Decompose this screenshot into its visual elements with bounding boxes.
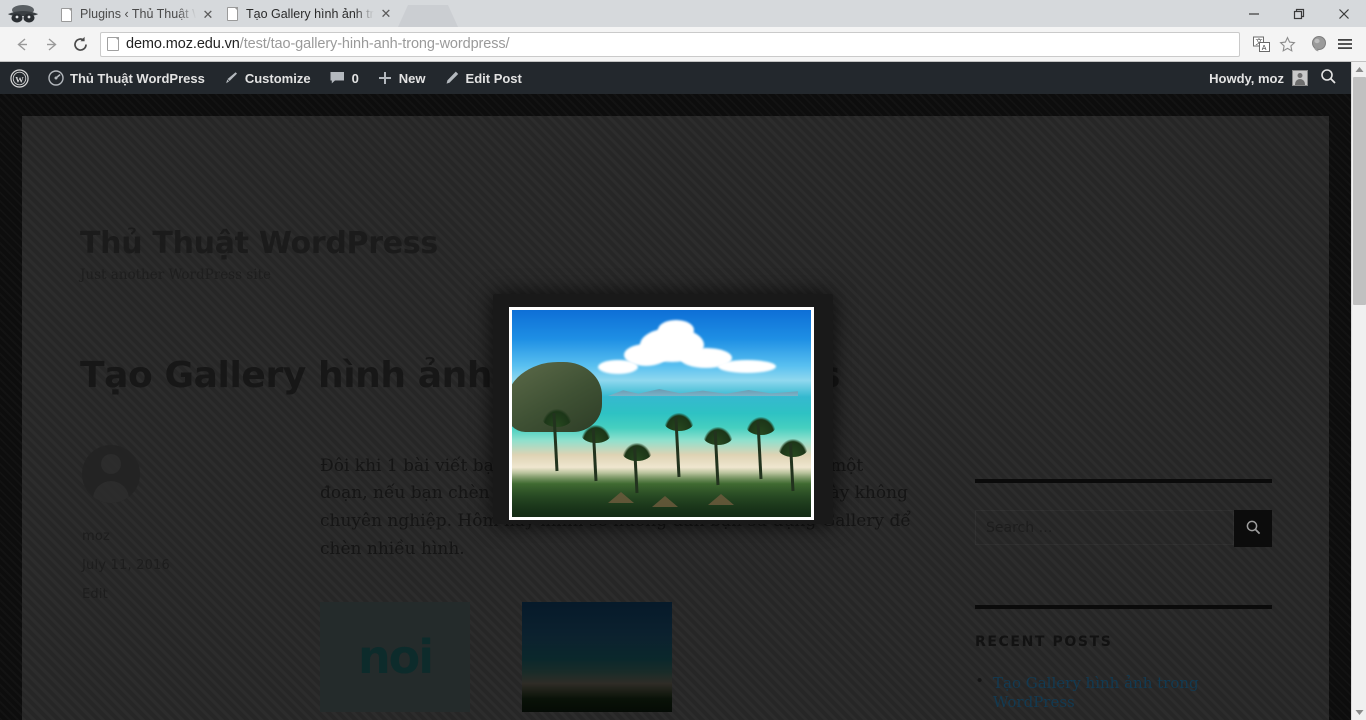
page-info-icon[interactable] [107,37,119,51]
forward-button[interactable] [37,30,66,59]
page-icon [60,7,73,22]
post-edit-link[interactable]: Edit [82,587,320,602]
tab-title: Plugins ‹ Thủ Thuật WordP [80,7,196,21]
comment-bubble-icon [329,70,346,86]
widget-divider [975,605,1272,609]
bookmark-star-icon[interactable] [1274,31,1300,57]
plus-icon [377,70,393,86]
cloud [598,360,638,374]
maximize-button[interactable] [1276,0,1321,27]
adminbar-item-edit-post[interactable]: Edit Post [435,62,531,94]
palm-tree [703,427,733,486]
browser-tab-plugins[interactable]: Plugins ‹ Thủ Thuật WordP ✕ [46,1,222,27]
close-button[interactable] [1321,0,1366,27]
palm-tree [664,413,694,478]
adminbar-edit-post-label: Edit Post [465,70,522,86]
search-submit-button[interactable] [1234,510,1272,547]
palm-tree [542,409,572,472]
list-item: Tạo Gallery hình ảnh trong WordPress [975,672,1275,712]
widget-divider [975,479,1272,483]
scrollbar-thumb[interactable] [1353,77,1366,305]
recent-post-link[interactable]: Tạo Gallery hình ảnh trong WordPress [993,674,1199,711]
back-button[interactable] [8,30,37,59]
adminbar-comments-count: 0 [351,70,359,86]
post-author[interactable]: moz [82,529,320,544]
adminbar-item-customize[interactable]: Customize [214,62,320,94]
lightbox-image [512,310,811,517]
pencil-icon [444,70,460,86]
page-scrollbar[interactable] [1351,62,1366,720]
svg-text:A: A [1261,44,1266,51]
adminbar-right-group: Howdy, moz [1200,62,1351,94]
gallery-logo-text: noi [357,629,434,684]
svg-text:W: W [15,74,24,84]
howdy-label: Howdy, moz [1209,70,1284,86]
reload-button[interactable] [66,30,95,59]
site-title[interactable]: Thủ Thuật WordPress [80,226,1329,261]
search-icon [1245,519,1262,539]
adminbar-search-button[interactable] [1312,62,1351,94]
lightbox-overlay[interactable] [493,294,833,524]
adminbar-item-new[interactable]: New [368,62,435,94]
gallery-thumb-beach[interactable] [522,601,672,712]
cloud [718,360,776,373]
scroll-up-button[interactable] [1352,62,1366,77]
adminbar-item-comments[interactable]: 0 [320,62,368,94]
address-bar[interactable]: demo.moz.edu.vn/test/tao-gallery-hinh-an… [100,31,1240,57]
lightbox-frame [509,307,814,520]
dashboard-icon [48,70,64,86]
entry-meta: moz July 11, 2016 Edit [80,444,320,712]
site-header: Thủ Thuật WordPress Just another WordPre… [22,116,1329,283]
palm-tree [778,439,808,492]
url-path: /test/tao-gallery-hinh-anh-trong-wordpre… [239,36,510,52]
tab-close-icon[interactable]: ✕ [378,6,394,22]
browser-tab-gallery-post[interactable]: Tạo Gallery hình ảnh trong ✕ [212,0,400,27]
url-text: demo.moz.edu.vn/test/tao-gallery-hinh-an… [126,36,510,52]
resort-foreground [512,473,811,517]
browser-toolbar: demo.moz.edu.vn/test/tao-gallery-hinh-an… [0,27,1366,62]
translate-icon[interactable]: 文 A [1248,31,1274,57]
adminbar-customize-label: Customize [244,70,311,86]
gallery-thumb-logo[interactable]: noi [320,601,470,712]
profile-icon[interactable] [1306,31,1332,57]
mountain-range [608,389,798,396]
recent-posts-list: Tạo Gallery hình ảnh trong WordPress [975,672,1275,712]
search-form [975,510,1272,547]
avatar [1292,70,1308,86]
page-viewport: W Thủ Thuật WordPress Customize 0 New Ed… [0,62,1351,720]
palm-tree [622,443,652,494]
new-tab-button[interactable] [398,5,458,27]
widget-recent-posts: RECENT POSTS Tạo Gallery hình ảnh trong … [975,605,1275,712]
incognito-icon [0,0,46,27]
scroll-down-button[interactable] [1352,705,1366,720]
tab-strip: Plugins ‹ Thủ Thuật WordP ✕ Tạo Gallery … [0,0,1366,27]
widget-search [975,479,1275,547]
wordpress-admin-bar: W Thủ Thuật WordPress Customize 0 New Ed… [0,62,1351,94]
url-host: demo.moz.edu.vn [126,36,240,52]
palm-tree [581,425,611,482]
browser-window: Plugins ‹ Thủ Thuật WordP ✕ Tạo Gallery … [0,0,1366,720]
page-background: Thủ Thuật WordPress Just another WordPre… [0,94,1351,720]
window-controls [1231,0,1366,27]
author-avatar [82,444,140,503]
adminbar-site-name-label: Thủ Thuật WordPress [70,70,205,86]
cloud [658,320,694,340]
adminbar-item-howdy[interactable]: Howdy, moz [1200,62,1312,94]
page-icon [226,6,239,21]
adminbar-item-site-name[interactable]: Thủ Thuật WordPress [39,62,214,94]
search-icon [1320,68,1337,88]
palm-tree [746,417,776,480]
search-input[interactable] [975,510,1234,545]
post-gallery: noi [320,601,915,712]
chrome-menu-icon[interactable] [1332,31,1358,57]
wordpress-logo-icon[interactable]: W [0,62,39,94]
tab-title: Tạo Gallery hình ảnh trong [246,6,374,21]
adminbar-new-label: New [398,70,426,86]
minimize-button[interactable] [1231,0,1276,27]
paintbrush-icon [223,70,239,86]
sidebar: RECENT POSTS Tạo Gallery hình ảnh trong … [975,355,1275,720]
site-tagline: Just another WordPress site [80,267,271,283]
widget-title-recent-posts: RECENT POSTS [975,634,1113,650]
post-date[interactable]: July 11, 2016 [82,558,320,573]
